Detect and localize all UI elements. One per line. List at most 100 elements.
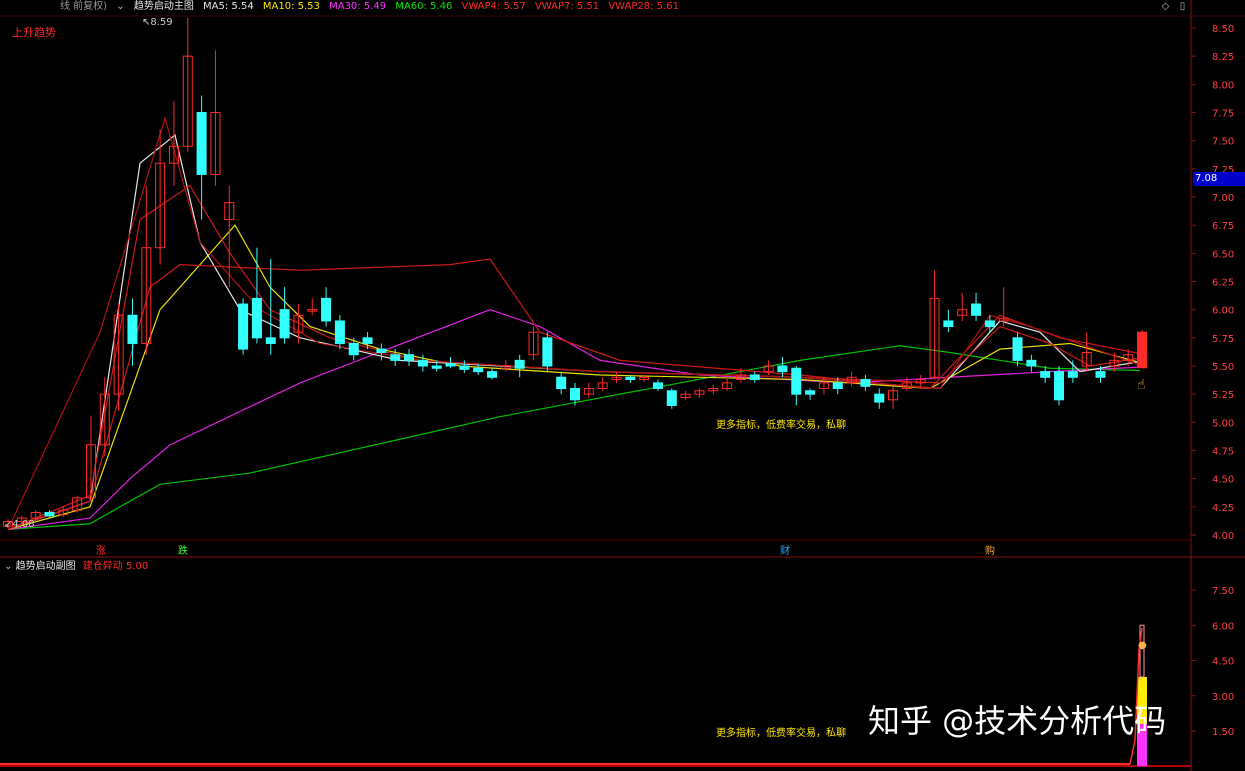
candle-body	[1067, 371, 1078, 378]
candle	[1012, 332, 1023, 366]
moving-average-lines	[7, 115, 1141, 530]
sub-tick-label: 7.50	[1212, 586, 1234, 597]
sub-tick-label: 1.50	[1212, 727, 1234, 738]
candle	[611, 371, 622, 383]
candle	[293, 304, 304, 344]
candle	[487, 368, 498, 380]
candle	[321, 287, 332, 327]
sub-collapse-icon[interactable]: ⌄	[4, 561, 12, 572]
candle	[528, 326, 539, 361]
candle-body	[334, 320, 345, 344]
candle	[127, 298, 138, 366]
candle-body	[44, 511, 55, 517]
main-annotation: 更多指标，低费率交易，私聊	[716, 420, 846, 431]
collapse-icon[interactable]: ⌄	[116, 1, 124, 12]
small-hand-icon: ●	[1138, 640, 1147, 651]
y-tick-label: 5.75	[1212, 334, 1234, 345]
candle-body	[459, 365, 470, 370]
candle-body	[1040, 371, 1051, 378]
candle-body	[625, 376, 636, 381]
vwap7-label: VWAP7: 5.51	[534, 1, 600, 12]
stock-chart-window: 8.50 8.25 8.00 7.75 7.50 7.25 7.00 6.75 6.50 6.25…	[0, 0, 1245, 771]
ma-line	[7, 224, 1141, 530]
candle-body	[127, 314, 138, 344]
y-tick-label: 8.25	[1212, 52, 1234, 63]
candle-body	[417, 359, 428, 367]
candle	[971, 292, 982, 321]
main-price-panel[interactable]: 8.508.258.007.757.507.257.006.756.506.25…	[0, 0, 1245, 771]
candle	[1067, 360, 1078, 383]
candle	[708, 385, 719, 395]
y-tick-label: 5.00	[1212, 418, 1234, 429]
candle	[680, 390, 691, 400]
y-tick-label: 7.75	[1212, 109, 1234, 120]
sub-tick-label: 3.00	[1212, 692, 1234, 703]
candle	[791, 366, 802, 406]
candle-body	[874, 393, 885, 403]
vwap28-label: VWAP28: 5.61	[608, 1, 679, 12]
candle-body	[1054, 371, 1065, 401]
y-tick-label: 7.00	[1212, 193, 1234, 204]
candle	[943, 309, 954, 333]
candle-body	[860, 379, 871, 387]
panel-toggle-icon[interactable]: ▯	[1177, 1, 1188, 12]
candle-body	[1012, 337, 1023, 361]
trend-label: 上升趋势	[12, 26, 56, 39]
candle	[500, 360, 511, 372]
sub-header: ⌄ 趋势启动副图 建仓异动 5.00	[0, 560, 148, 574]
candle	[141, 185, 152, 355]
candle	[307, 298, 318, 316]
y-tick-label: 6.50	[1212, 249, 1234, 260]
candle	[694, 388, 705, 398]
signal-label: 建仓异动	[82, 561, 123, 572]
ma30-label: MA30: 5.49	[329, 1, 387, 12]
hand-cursor-icon: ☝	[1137, 377, 1146, 393]
candle	[874, 388, 885, 409]
high-price-marker: ↖8.59	[142, 17, 173, 28]
candle-body	[321, 297, 332, 322]
candle	[929, 270, 940, 380]
candle	[1081, 332, 1092, 372]
candle-body	[777, 365, 788, 373]
y-tick-label: 4.25	[1212, 503, 1234, 514]
ma-line	[7, 115, 1141, 530]
candle	[860, 375, 871, 391]
candle-body	[348, 342, 359, 356]
event-marker-finance[interactable]: 财	[780, 542, 790, 557]
candle-body	[431, 365, 442, 369]
candle-body-last	[1137, 332, 1147, 369]
candle-body	[362, 337, 373, 344]
y-tick-label: 8.00	[1212, 80, 1234, 91]
candle-body	[1095, 371, 1106, 378]
candle	[182, 17, 193, 152]
candle	[210, 50, 221, 186]
sub-tick-label: 6.00	[1212, 621, 1234, 632]
y-tick-label: 8.50	[1212, 24, 1234, 35]
sub-annotation: 更多指标，低费率交易，私聊	[716, 728, 846, 739]
candle	[722, 377, 733, 391]
candle	[805, 388, 816, 400]
candle-body	[251, 297, 262, 339]
signal-value: 5.00	[125, 561, 149, 572]
diamond-icon[interactable]: ◇	[1160, 1, 1171, 12]
event-marker-down[interactable]: 跌	[178, 542, 188, 557]
candle-body	[238, 303, 249, 350]
candle	[998, 287, 1009, 327]
y-tick-label: 6.00	[1212, 306, 1234, 317]
y-tick-label: 4.50	[1212, 475, 1234, 486]
candle-body	[832, 382, 843, 390]
candle-body	[666, 390, 677, 406]
indicator-name[interactable]: 趋势启动主图	[134, 1, 194, 12]
candle	[1054, 366, 1065, 406]
candle-body	[971, 303, 982, 316]
candle	[556, 371, 567, 395]
candle	[376, 343, 387, 361]
sub-indicator-name[interactable]: 趋势启动副图	[16, 561, 76, 572]
candle-body	[445, 363, 456, 367]
candle-body	[265, 337, 276, 344]
main-y-axis: 8.508.258.007.757.507.257.006.756.506.25…	[1191, 24, 1234, 542]
event-marker-up[interactable]: 涨	[96, 542, 106, 557]
candle-body	[652, 382, 663, 390]
sub-y-axis: 7.50 6.00 4.50 3.00 1.50	[1191, 586, 1234, 738]
event-marker-buy[interactable]: 购	[985, 542, 995, 557]
